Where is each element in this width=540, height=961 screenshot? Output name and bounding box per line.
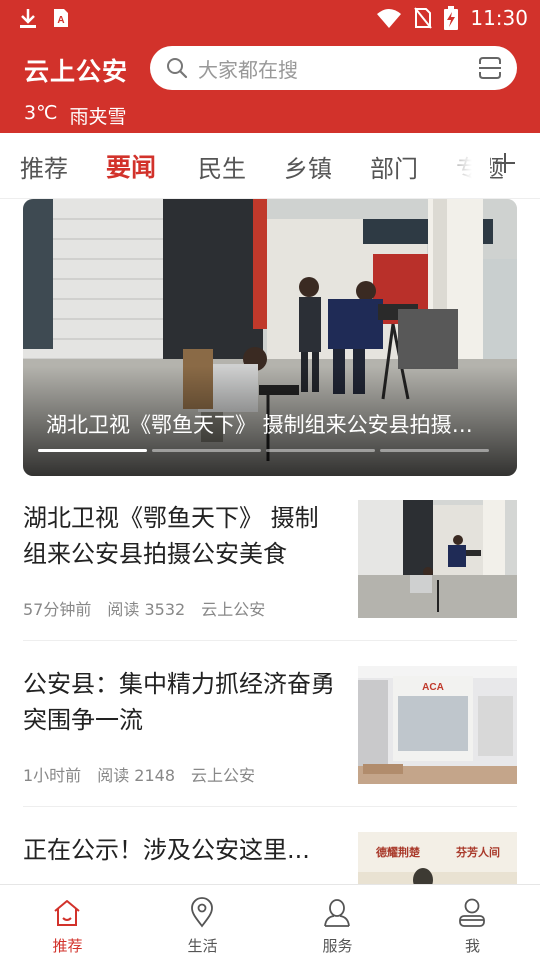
- banner-dot: [152, 449, 261, 452]
- banner-dot: [266, 449, 375, 452]
- news-item[interactable]: 湖北卫视《鄂鱼天下》 摄制组来公安县拍摄公安美食 57分钟前 阅读 3532 云…: [23, 500, 517, 640]
- tab-recommend[interactable]: 推荐: [20, 149, 68, 184]
- nav-label: 我: [464, 937, 480, 955]
- nav-recommend[interactable]: 推荐: [0, 885, 135, 961]
- news-reads: 阅读 2148: [97, 766, 175, 785]
- news-thumbnail: [358, 500, 517, 618]
- profile-icon: [459, 898, 485, 927]
- tabs-fade: [430, 133, 490, 197]
- news-title: 湖北卫视《鄂鱼天下》 摄制组来公安县拍摄公安美食: [23, 504, 319, 568]
- news-reads: 阅读 3532: [107, 600, 186, 619]
- tab-headlines[interactable]: 要闻: [106, 148, 156, 184]
- weather-info: 3℃ 雨夹雪: [24, 102, 126, 129]
- search-placeholder: 大家都在搜: [198, 57, 298, 82]
- news-source: 云上公安: [201, 600, 266, 619]
- featured-banner[interactable]: 湖北卫视《鄂鱼天下》 摄制组来公安县拍摄公安美食: [23, 199, 517, 476]
- nav-me[interactable]: 我: [405, 885, 540, 961]
- home-icon: [54, 900, 80, 926]
- news-meta: 57分钟前 阅读 3532 云上公安: [23, 596, 265, 620]
- news-item[interactable]: 正在公示！涉及公安这里... 德耀荆楚 芬芳人间: [23, 832, 517, 884]
- news-source: 云上公安: [191, 766, 256, 785]
- weather-temperature: 3℃: [24, 102, 58, 124]
- download-icon: [20, 9, 36, 28]
- add-tab-icon[interactable]: [490, 147, 520, 179]
- news-thumbnail: ACA: [358, 666, 517, 784]
- scan-icon[interactable]: [477, 55, 503, 81]
- app-title: 云上公安: [24, 57, 129, 86]
- nav-label: 推荐: [52, 937, 83, 955]
- nav-label: 生活: [187, 937, 218, 955]
- thumb-banner-left: 德耀荆楚: [375, 845, 421, 859]
- news-item[interactable]: 公安县：集中精力抓经济奋勇突围争一流 1小时前 阅读 2148 云上公安 ACA: [23, 666, 517, 806]
- user-service-icon: [324, 899, 350, 927]
- banner-caption: 湖北卫视《鄂鱼天下》 摄制组来公安县拍摄公安美食: [46, 413, 486, 437]
- app-notification-icon: A: [54, 9, 68, 27]
- thumb-sign: ACA: [422, 682, 444, 693]
- search-bar[interactable]: 大家都在搜: [150, 46, 517, 90]
- divider: [23, 806, 517, 807]
- wifi-icon: [377, 9, 402, 28]
- bottom-navigation: 推荐 生活 服务 我: [0, 884, 540, 960]
- status-time: 11:30: [470, 6, 528, 30]
- location-pin-icon: [191, 897, 213, 928]
- news-meta: 1小时前 阅读 2148 云上公安: [23, 762, 255, 786]
- tab-departments[interactable]: 部门: [370, 149, 418, 184]
- tab-towns[interactable]: 乡镇: [284, 149, 332, 184]
- news-time: 1小时前: [23, 766, 82, 785]
- svg-text:A: A: [57, 15, 64, 26]
- battery-charging-icon: [444, 6, 459, 30]
- news-title: 正在公示！涉及公安这里...: [23, 836, 310, 864]
- no-sim-icon: [414, 7, 433, 29]
- news-title: 公安县：集中精力抓经济奋勇突围争一流: [23, 670, 335, 734]
- news-time: 57分钟前: [23, 600, 92, 619]
- news-thumbnail: 德耀荆楚 芬芳人间: [358, 832, 517, 884]
- status-bar: A 11:30: [0, 0, 540, 36]
- category-tabs: 推荐 要闻 民生 乡镇 部门 专题: [0, 133, 540, 199]
- nav-life[interactable]: 生活: [135, 885, 270, 961]
- app-header: 云上公安 大家都在搜 3℃ 雨夹雪: [0, 36, 540, 133]
- weather-condition: 雨夹雪: [69, 106, 127, 128]
- thumb-banner-right: 芬芳人间: [455, 845, 500, 859]
- nav-label: 服务: [322, 937, 353, 955]
- search-icon: [167, 58, 188, 79]
- banner-dot: [380, 449, 489, 452]
- tab-livelihood[interactable]: 民生: [198, 149, 246, 184]
- nav-service[interactable]: 服务: [270, 885, 405, 961]
- banner-dot: [38, 449, 147, 452]
- divider: [23, 640, 517, 641]
- banner-indicator: [38, 449, 489, 452]
